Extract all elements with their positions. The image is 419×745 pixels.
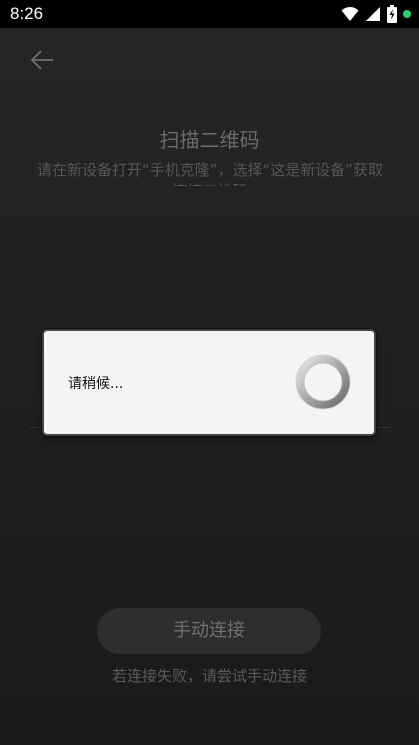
status-time: 8:26 — [10, 4, 44, 23]
battery-charging-icon — [387, 5, 397, 23]
page-title: 扫描二维码 — [159, 128, 260, 152]
manual-connect-button[interactable]: 手动连接 — [97, 608, 321, 654]
loading-spinner-icon — [295, 354, 351, 410]
loading-dialog: 请稍候... — [44, 331, 374, 434]
status-bar: 8:26 — [0, 0, 419, 28]
screen: 8:26 扫描二维码 请在新设备打开“手机克隆”，选择“这是新设备”获取 手动连… — [0, 0, 419, 745]
page-subtitle: 请在新设备打开“手机克隆”，选择“这是新设备”获取连接二维码 — [36, 161, 384, 186]
notification-dot-icon — [403, 10, 411, 18]
connect-hint: 若连接失败，请尝试手动连接 — [111, 667, 307, 685]
arrow-left-icon[interactable] — [27, 45, 57, 75]
dialog-message: 请稍候... — [68, 376, 124, 392]
status-icons — [341, 4, 411, 24]
signal-icon — [365, 6, 381, 22]
wifi-icon — [341, 6, 359, 22]
